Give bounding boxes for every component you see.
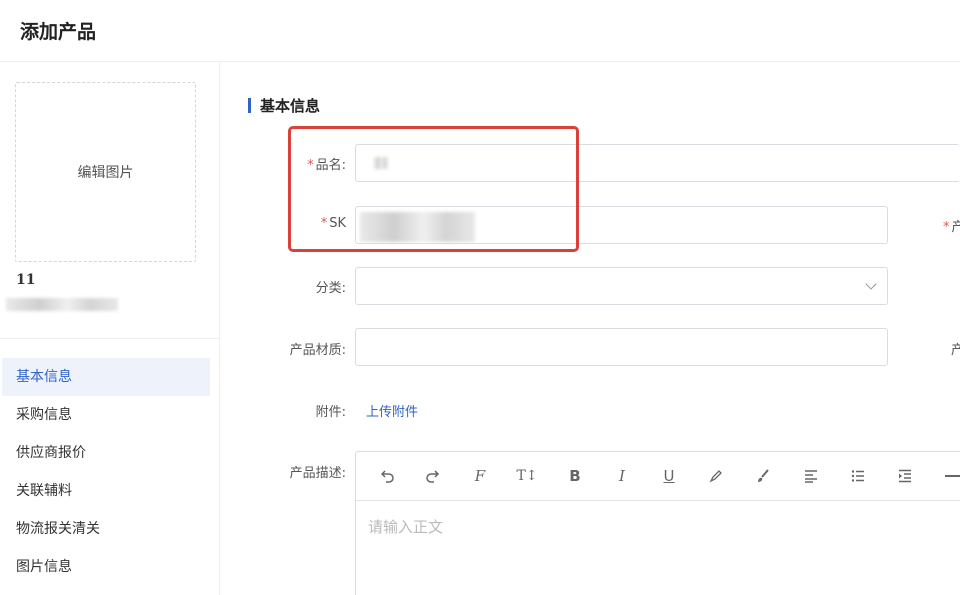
bold-icon[interactable]: B (564, 465, 586, 487)
page-header: 添加产品 (0, 0, 960, 62)
font-size-icon[interactable]: T↕ (516, 465, 538, 487)
divider-icon[interactable] (942, 465, 960, 487)
indent-icon[interactable] (894, 465, 916, 487)
blurred-sku-value (360, 212, 475, 242)
sidebar: 编辑图片 11 基本信息 采购信息 供应商报价 关联辅料 物流报关清关 图片信息 (0, 62, 220, 595)
sidebar-item-purchase-info[interactable]: 采购信息 (2, 396, 210, 434)
product-id: 11 (16, 272, 36, 288)
right-column-label-partial: * 产 (943, 220, 960, 235)
page-title: 添加产品 (20, 21, 97, 43)
chevron-down-icon (865, 278, 877, 290)
editor-body[interactable]: 请输入正文 (356, 501, 960, 552)
sidebar-item-supplier-quote[interactable]: 供应商报价 (2, 434, 210, 472)
redo-icon[interactable] (422, 465, 444, 487)
category-select[interactable] (355, 267, 888, 305)
main-content: 基本信息 * 品名: * SK * 产 分类: 产品材质: 产 附件: 上传附件 产品… (221, 62, 960, 595)
editor-toolbar: F T↕ B I U (356, 452, 960, 501)
material-label: 产品材质: (289, 343, 346, 358)
sidebar-item-image-info[interactable]: 图片信息 (2, 548, 210, 586)
rich-text-editor: F T↕ B I U 请输入正文 (355, 451, 960, 595)
sidebar-item-logistics-customs[interactable]: 物流报关清关 (2, 510, 210, 548)
blurred-name-value (374, 157, 388, 169)
sidebar-nav: 基本信息 采购信息 供应商报价 关联辅料 物流报关清关 图片信息 (2, 358, 210, 586)
highlight-icon[interactable] (705, 465, 727, 487)
edit-image-box[interactable]: 编辑图片 (15, 82, 196, 262)
sidebar-item-basic-info[interactable]: 基本信息 (2, 358, 210, 396)
upload-attachment-link[interactable]: 上传附件 (366, 401, 418, 420)
name-input[interactable] (355, 144, 960, 182)
sidebar-divider (0, 338, 219, 339)
section-title: 基本信息 (248, 95, 320, 116)
category-label: 分类: (315, 281, 346, 296)
sku-label: * SK (320, 216, 346, 231)
right-column-label-partial-2: 产 (951, 343, 960, 358)
edit-image-label: 编辑图片 (77, 165, 134, 181)
undo-icon[interactable] (376, 465, 398, 487)
list-icon[interactable] (847, 465, 869, 487)
sku-input[interactable] (355, 206, 888, 244)
attachment-label: 附件: (315, 405, 346, 420)
description-label: 产品描述: (289, 466, 346, 481)
italic-icon[interactable]: I (611, 465, 633, 487)
underline-icon[interactable]: U (658, 465, 680, 487)
name-label: * 品名: (307, 158, 346, 173)
brush-icon[interactable] (752, 465, 774, 487)
clear-format-icon[interactable]: F (469, 465, 491, 487)
sidebar-item-related-materials[interactable]: 关联辅料 (2, 472, 210, 510)
align-left-icon[interactable] (800, 465, 822, 487)
material-input[interactable] (355, 328, 888, 366)
blurred-product-name (6, 298, 118, 311)
